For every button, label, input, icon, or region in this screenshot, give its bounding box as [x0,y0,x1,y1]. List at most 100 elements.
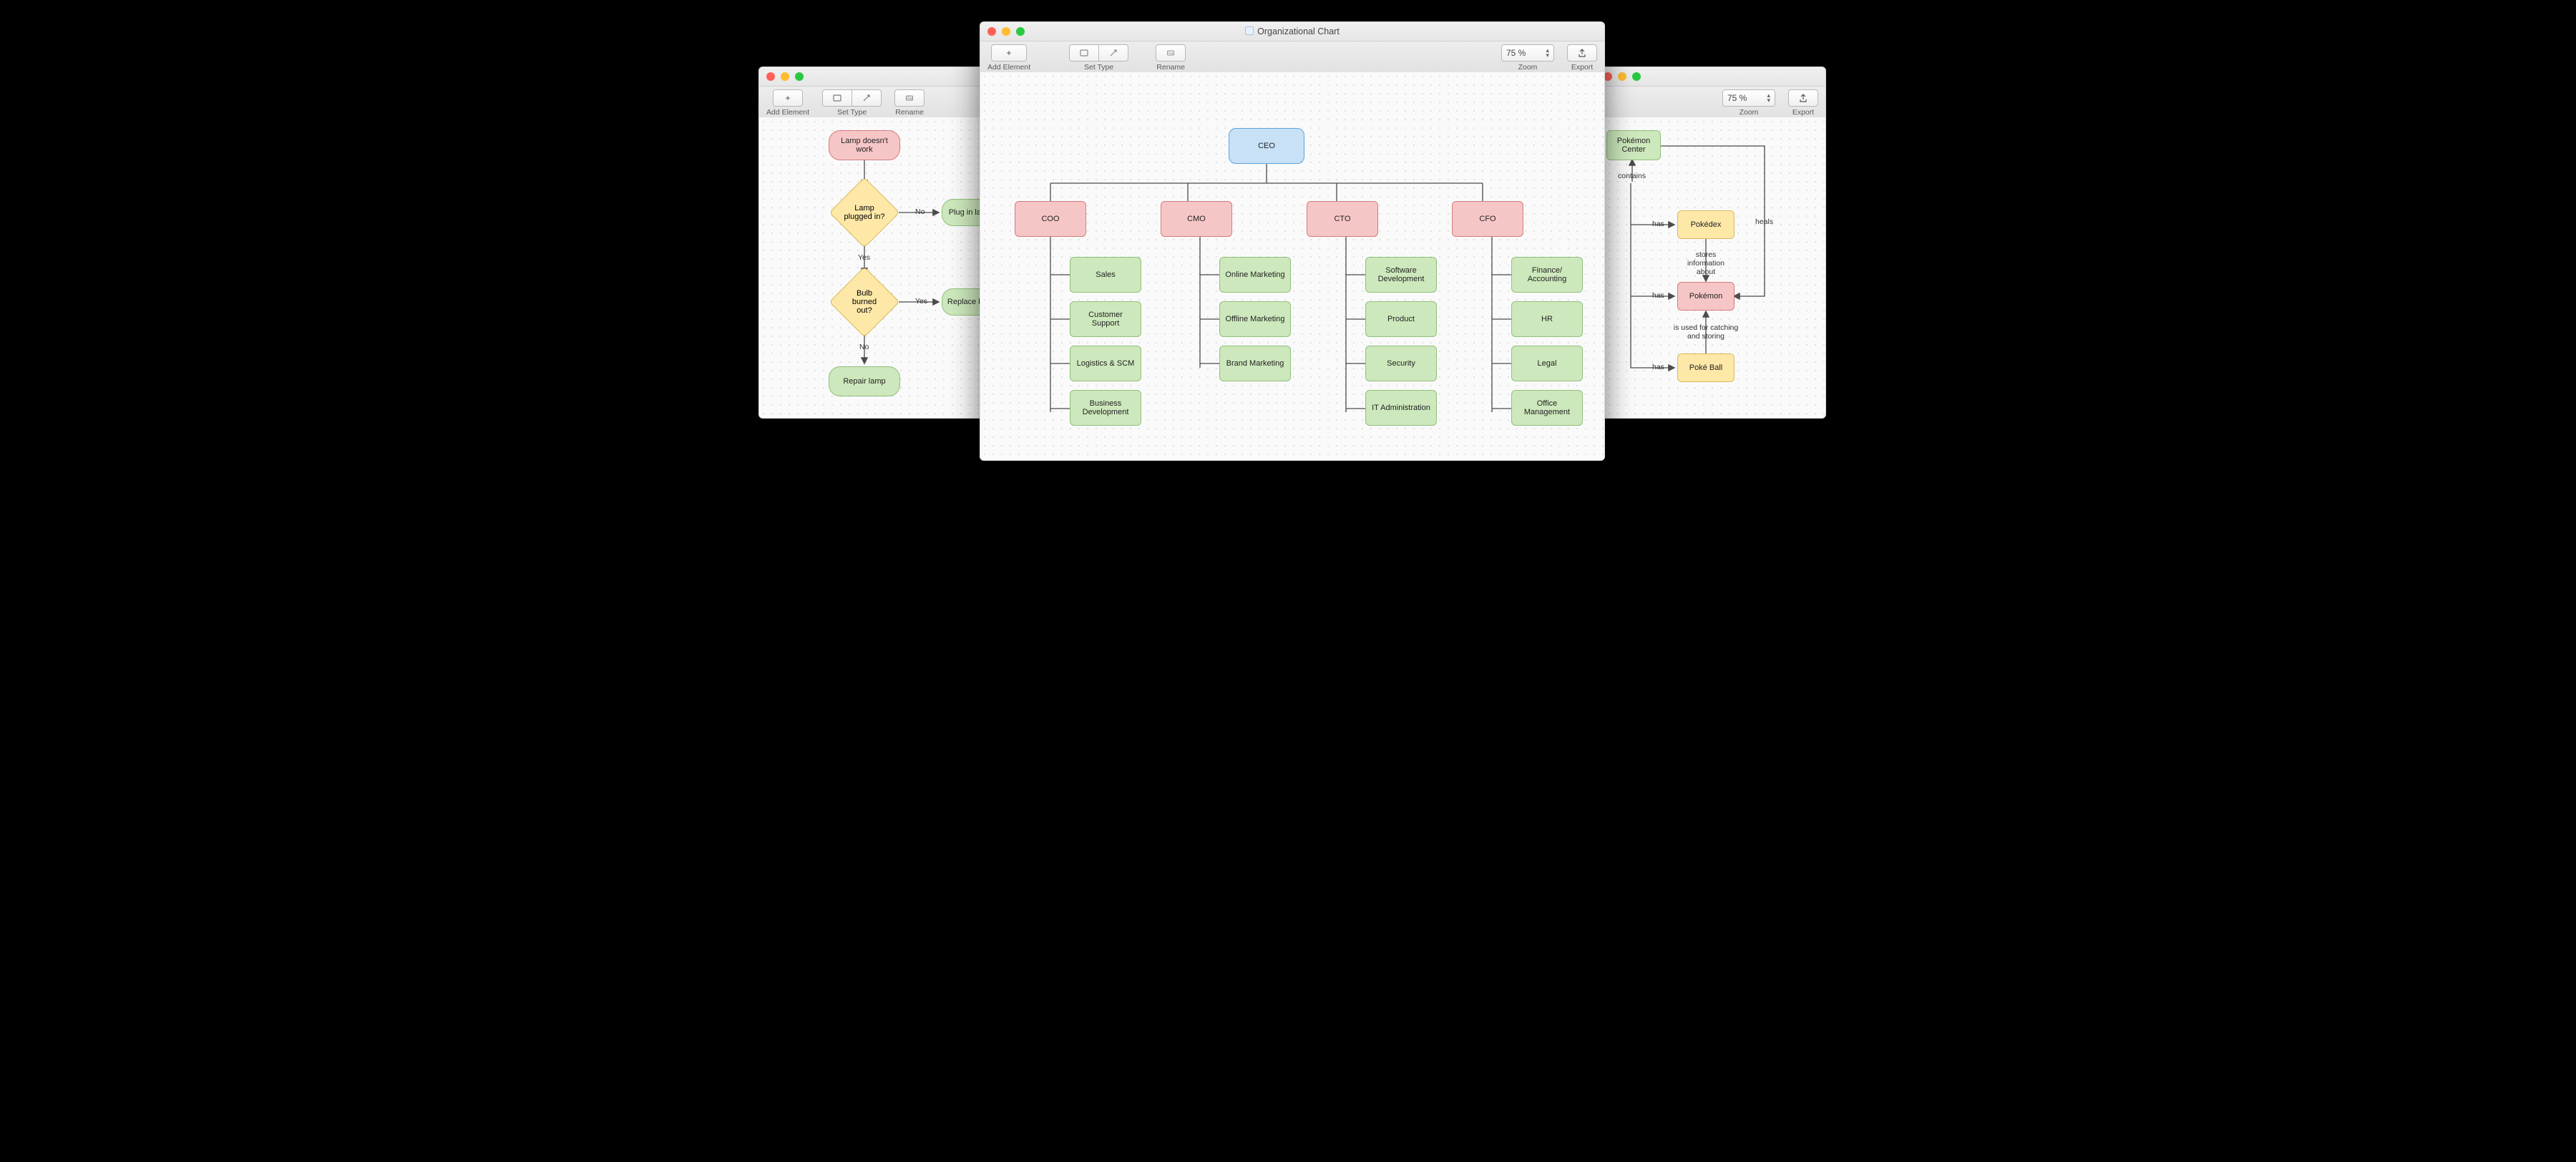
document-icon [1245,26,1254,35]
zoom-value: 75 % [1727,93,1747,103]
edge-label-yes: Yes [858,253,870,262]
zoom-group: 75 % ▴▾ Zoom [1722,89,1775,117]
rename-label: Rename [1156,63,1185,72]
node-bulb-burned-out[interactable]: Bulb burned out? [839,277,889,327]
rename-group: Aa Rename [894,89,924,117]
titlebar[interactable] [759,67,988,87]
export-group: Export [1788,89,1818,117]
stage: + Add Element Set Type Aa Rename [730,0,1846,504]
center-window: Organizational Chart + Add Element Set T… [980,21,1605,461]
edge-has-2: has [1652,291,1664,300]
node-ceo[interactable]: CEO [1229,128,1304,164]
set-type-label: Set Type [837,108,867,117]
plus-icon: + [1007,48,1012,58]
node-pokemon-center[interactable]: Pokémon Center [1606,130,1661,160]
svg-text:Aa: Aa [907,97,912,101]
node-office-management[interactable]: Office Management [1511,390,1583,426]
node-software-development[interactable]: Software Development [1365,257,1437,293]
zoom-group: 75 % ▴▾ Zoom [1501,44,1554,72]
node-pokedex[interactable]: Pokédex [1677,210,1735,239]
rename-button[interactable]: Aa [1156,44,1186,62]
set-type-arrow-button[interactable] [852,89,882,107]
set-type-shape-button[interactable] [822,89,852,107]
canvas[interactable]: CEO COO CMO CTO CFO Sales Customer Suppo… [980,72,1604,460]
minimize-icon[interactable] [1618,72,1626,81]
edge-has-3: has [1652,363,1664,371]
node-cfo[interactable]: CFO [1452,201,1523,237]
node-legal[interactable]: Legal [1511,346,1583,381]
toolbar: + Add Element Set Type Aa Rename [759,87,988,118]
window-controls [766,72,804,81]
add-element-label: Add Element [987,63,1030,72]
node-lamp-plugged-in[interactable]: Lamp plugged in? [839,187,889,238]
plus-icon: + [786,93,791,103]
export-group: Export [1567,44,1597,72]
node-it-administration[interactable]: IT Administration [1365,390,1437,426]
node-lamp-doesnt-work[interactable]: Lamp doesn't work [829,130,900,160]
close-icon[interactable] [766,72,775,81]
edge-stores-info: stores information about [1677,250,1735,276]
rename-button[interactable]: Aa [894,89,924,107]
zoom-icon[interactable] [1632,72,1641,81]
set-type-group: Set Type [822,89,882,117]
set-type-label: Set Type [1084,63,1113,72]
edge-used-for: is used for catching and storing [1670,323,1742,341]
add-element-button[interactable]: + [773,89,803,107]
edge-label-no2: No [859,343,869,351]
rename-label: Rename [895,108,924,117]
add-element-group: + Add Element [766,89,809,117]
zoom-value: 75 % [1506,48,1526,58]
edge-has-1: has [1652,220,1664,228]
minimize-icon[interactable] [781,72,789,81]
node-online-marketing[interactable]: Online Marketing [1219,257,1291,293]
add-element-label: Add Element [766,108,809,117]
add-element-button[interactable]: + [991,44,1027,62]
toolbar: 75 % ▴▾ Zoom Export [1596,87,1825,118]
node-security[interactable]: Security [1365,346,1437,381]
node-business-development[interactable]: Business Development [1070,390,1141,426]
edge-heals: heals [1755,218,1773,226]
node-customer-support[interactable]: Customer Support [1070,301,1141,337]
zoom-select[interactable]: 75 % ▴▾ [1722,89,1775,107]
canvas[interactable]: Lamp doesn't work Lamp plugged in? No Pl… [759,117,988,418]
node-cmo[interactable]: CMO [1161,201,1232,237]
node-pokeball[interactable]: Poké Ball [1677,353,1735,382]
window-controls [1604,72,1641,81]
set-type-arrow-button[interactable] [1099,44,1128,62]
edge-contains: contains [1618,172,1646,180]
node-brand-marketing[interactable]: Brand Marketing [1219,346,1291,381]
node-repair-lamp[interactable]: Repair lamp [829,366,900,396]
node-sales[interactable]: Sales [1070,257,1141,293]
window-title: Organizational Chart [980,26,1604,36]
node-pokemon[interactable]: Pokémon [1677,282,1735,311]
zoom-label: Zoom [1518,63,1538,72]
set-type-group: Set Type [1069,44,1128,72]
export-button[interactable] [1567,44,1597,62]
node-hr[interactable]: HR [1511,301,1583,337]
right-window: 75 % ▴▾ Zoom Export [1596,67,1826,419]
zoom-icon[interactable] [795,72,804,81]
zoom-label: Zoom [1740,108,1759,117]
node-coo[interactable]: COO [1015,201,1086,237]
node-cto[interactable]: CTO [1307,201,1378,237]
set-type-shape-button[interactable] [1069,44,1099,62]
rename-group: Aa Rename [1156,44,1186,72]
left-window: + Add Element Set Type Aa Rename [758,67,989,419]
titlebar[interactable]: Organizational Chart [980,22,1604,42]
export-label: Export [1571,63,1593,72]
export-button[interactable] [1788,89,1818,107]
edge-label-no: No [915,208,924,216]
zoom-select[interactable]: 75 % ▴▾ [1501,44,1554,62]
node-product[interactable]: Product [1365,301,1437,337]
titlebar[interactable] [1596,67,1825,87]
add-element-group: + Add Element [987,44,1030,72]
node-finance-accounting[interactable]: Finance/ Accounting [1511,257,1583,293]
export-label: Export [1792,108,1814,117]
node-offline-marketing[interactable]: Offline Marketing [1219,301,1291,337]
svg-text:Aa: Aa [1168,52,1174,56]
stepper-icon: ▴▾ [1546,48,1549,58]
stepper-icon: ▴▾ [1767,93,1770,103]
node-logistics-scm[interactable]: Logistics & SCM [1070,346,1141,381]
canvas[interactable]: Pokémon Center contains heals has Pokéde… [1596,117,1825,418]
toolbar: + Add Element Set Type Aa Rename [980,42,1604,73]
